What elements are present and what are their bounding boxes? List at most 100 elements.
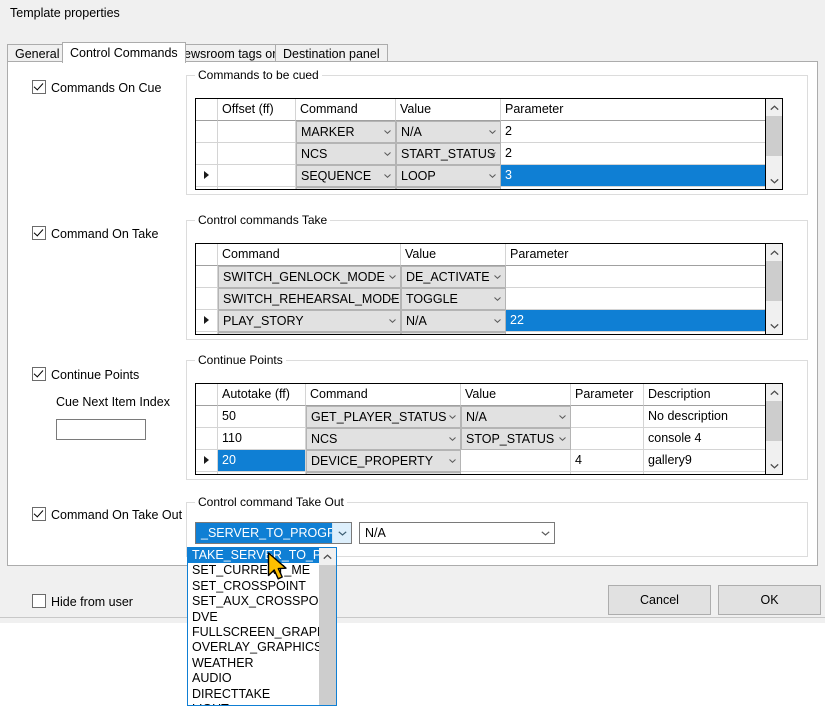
table-row[interactable]: 110 NCS STOP_STATUS console 4: [196, 428, 782, 450]
cell-parameter[interactable]: [501, 187, 782, 190]
cell-value-combo[interactable]: [401, 332, 506, 335]
dropdown-vertical-scrollbar[interactable]: [319, 548, 336, 705]
chevron-down-icon[interactable]: [389, 297, 396, 301]
cell-value-combo[interactable]: N/A: [396, 121, 501, 143]
chevron-down-icon[interactable]: [389, 275, 396, 279]
grid-continue-points[interactable]: Autotake (ff) Command Value Parameter De…: [195, 383, 783, 475]
cell-description[interactable]: No description: [644, 406, 782, 428]
row-selector[interactable]: [196, 187, 218, 190]
row-selector[interactable]: [196, 266, 218, 288]
chevron-down-icon[interactable]: [489, 152, 496, 156]
cell-command-combo[interactable]: [306, 472, 461, 475]
grid-vertical-scrollbar[interactable]: [765, 244, 782, 334]
takeout-command-combobox[interactable]: _SERVER_TO_PROGRAM: [195, 522, 352, 544]
grid-vertical-scrollbar[interactable]: [765, 384, 782, 474]
row-selector[interactable]: [196, 428, 218, 450]
cell-offset[interactable]: [218, 143, 296, 165]
chevron-down-icon[interactable]: [449, 437, 456, 441]
cell-parameter[interactable]: [571, 406, 644, 428]
dropdown-item-4[interactable]: DVE: [188, 610, 336, 625]
cell-description[interactable]: [644, 472, 782, 475]
cell-command-combo[interactable]: NCS: [306, 428, 461, 450]
table-row[interactable]: [196, 472, 782, 475]
grid-commands-to-be-cued[interactable]: Offset (ff) Command Value Parameter MARK…: [195, 98, 783, 190]
checkbox-command-on-take[interactable]: Command On Take: [32, 226, 158, 241]
cell-parameter-selected[interactable]: 22: [506, 310, 782, 332]
cell-value-combo[interactable]: N/A: [461, 406, 571, 428]
scrollbar-thumb[interactable]: [766, 401, 782, 441]
takeout-value-combobox[interactable]: N/A: [359, 522, 555, 544]
dropdown-item-10[interactable]: LIGHT: [188, 702, 336, 706]
tab-general[interactable]: General: [7, 44, 67, 62]
row-selector[interactable]: [196, 450, 218, 472]
row-selector[interactable]: [196, 332, 218, 335]
chevron-down-icon[interactable]: [449, 459, 456, 463]
table-row[interactable]: SWITCH_REHEARSAL_MODE TOGGLE: [196, 288, 782, 310]
chevron-down-icon[interactable]: [384, 130, 391, 134]
row-selector[interactable]: [196, 472, 218, 475]
cell-command-combo[interactable]: [218, 332, 401, 335]
checkbox-hide-from-user-box[interactable]: [32, 594, 46, 608]
dropdown-item-7[interactable]: WEATHER: [188, 656, 336, 671]
table-row[interactable]: [196, 187, 782, 190]
cell-parameter[interactable]: 2: [501, 121, 782, 143]
checkbox-continue-points[interactable]: Continue Points: [32, 367, 139, 382]
table-row[interactable]: 50 GET_PLAYER_STATUS N/A No description: [196, 406, 782, 428]
cell-value-combo[interactable]: START_STATUS: [396, 143, 501, 165]
cell-parameter[interactable]: [571, 472, 644, 475]
cell-value-combo[interactable]: TOGGLE: [401, 288, 506, 310]
scrollbar-thumb[interactable]: [766, 116, 782, 156]
chevron-down-icon[interactable]: [332, 523, 351, 543]
cell-description[interactable]: gallery9: [644, 450, 782, 472]
table-row[interactable]: PLAY_STORY N/A 22: [196, 310, 782, 332]
chevron-down-icon[interactable]: [384, 152, 391, 156]
cancel-button[interactable]: Cancel: [608, 585, 711, 615]
cell-parameter[interactable]: [571, 428, 644, 450]
cell-autotake[interactable]: 110: [218, 428, 306, 450]
cell-parameter[interactable]: 4: [571, 450, 644, 472]
checkbox-commands-on-cue-box[interactable]: [32, 80, 46, 94]
scroll-down-icon[interactable]: [766, 317, 782, 334]
dropdown-item-0[interactable]: TAKE_SERVER_TO_PROGRAM: [188, 548, 336, 563]
cell-description[interactable]: console 4: [644, 428, 782, 450]
scrollbar-thumb[interactable]: [319, 565, 336, 705]
scroll-up-icon[interactable]: [319, 548, 336, 565]
tab-destination-panel[interactable]: Destination panel: [275, 44, 388, 62]
cell-parameter[interactable]: 2: [501, 143, 782, 165]
ok-button[interactable]: OK: [718, 585, 821, 615]
checkbox-command-on-take-box[interactable]: [32, 226, 46, 240]
cell-command-combo[interactable]: SWITCH_GENLOCK_MODE: [218, 266, 401, 288]
checkbox-hide-from-user[interactable]: Hide from user: [32, 594, 133, 609]
chevron-down-icon[interactable]: [384, 174, 391, 178]
scroll-up-icon[interactable]: [766, 384, 782, 401]
cell-parameter[interactable]: [506, 288, 782, 310]
dropdown-item-6[interactable]: OVERLAY_GRAPHICS: [188, 640, 336, 655]
cell-command-combo[interactable]: MARKER: [296, 121, 396, 143]
dropdown-item-1[interactable]: SET_CURRENT_ME: [188, 563, 336, 578]
dropdown-item-8[interactable]: AUDIO: [188, 671, 336, 686]
grid-control-commands-take[interactable]: Command Value Parameter SWITCH_GENLOCK_M…: [195, 243, 783, 335]
chevron-down-icon[interactable]: [536, 523, 554, 543]
takeout-command-value[interactable]: _SERVER_TO_PROGRAM: [196, 523, 332, 543]
scroll-up-icon[interactable]: [766, 244, 782, 261]
cell-offset[interactable]: [218, 187, 296, 190]
dropdown-item-2[interactable]: SET_CROSSPOINT: [188, 579, 336, 594]
cell-autotake[interactable]: 50: [218, 406, 306, 428]
chevron-down-icon[interactable]: [449, 415, 456, 419]
chevron-down-icon[interactable]: [494, 319, 501, 323]
table-row[interactable]: NCS START_STATUS 2: [196, 143, 782, 165]
cell-command-combo[interactable]: DEVICE_PROPERTY: [306, 450, 461, 472]
cell-value-combo[interactable]: LOOP: [396, 165, 501, 187]
cell-offset[interactable]: [218, 121, 296, 143]
checkbox-command-on-take-out[interactable]: Command On Take Out: [32, 507, 182, 522]
dropdown-item-9[interactable]: DIRECTTAKE: [188, 687, 336, 702]
cell-value-combo[interactable]: DE_ACTIVATE: [401, 266, 506, 288]
dropdown-item-3[interactable]: SET_AUX_CROSSPOINT: [188, 594, 336, 609]
cell-value[interactable]: [461, 450, 571, 472]
grid-vertical-scrollbar[interactable]: [765, 99, 782, 189]
cell-autotake[interactable]: [218, 472, 306, 475]
chevron-down-icon[interactable]: [489, 130, 496, 134]
cell-value[interactable]: [461, 472, 571, 475]
scroll-up-icon[interactable]: [766, 99, 782, 116]
chevron-down-icon[interactable]: [389, 319, 396, 323]
